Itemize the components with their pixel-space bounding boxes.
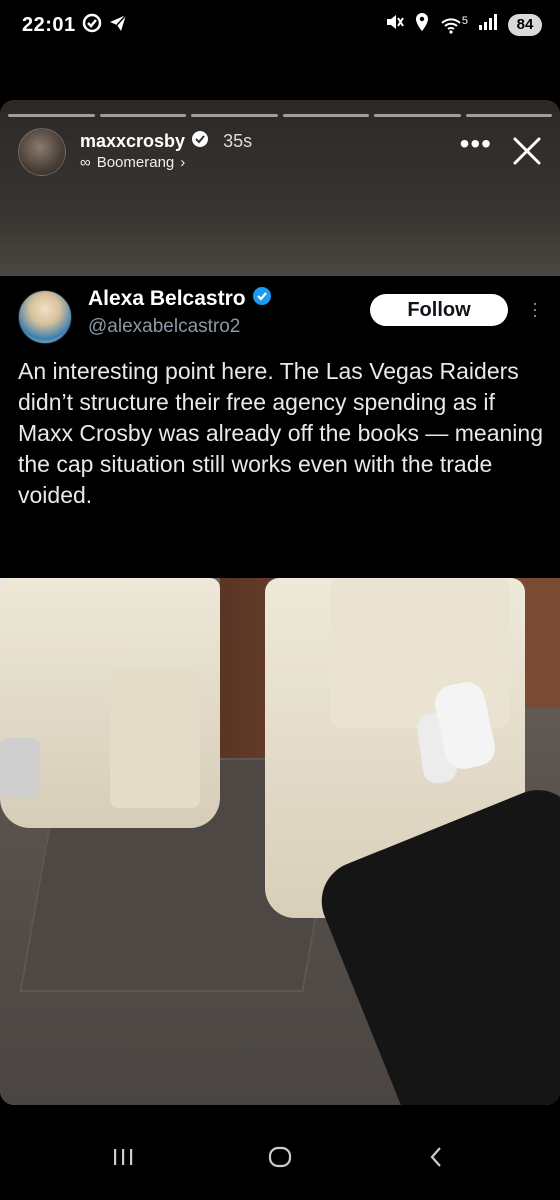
home-icon[interactable] bbox=[260, 1140, 300, 1174]
recents-icon[interactable] bbox=[103, 1140, 143, 1174]
wifi-icon: 5 bbox=[440, 15, 468, 35]
progress-segment bbox=[191, 114, 278, 117]
progress-segment bbox=[465, 114, 552, 117]
boomerang-icon: ∞ bbox=[80, 154, 91, 171]
check-circle-icon bbox=[82, 13, 102, 38]
progress-segment bbox=[8, 114, 95, 117]
follow-button: Follow bbox=[370, 294, 508, 326]
story-username[interactable]: maxxcrosby bbox=[80, 131, 185, 152]
story-username-row[interactable]: maxxcrosby 35s bbox=[80, 130, 252, 153]
telegram-icon bbox=[108, 13, 128, 38]
story-header: maxxcrosby 35s ∞ Boomerang › ••• bbox=[18, 128, 544, 178]
progress-segment bbox=[99, 114, 186, 117]
tweet-author-name: Alexa Belcastro bbox=[88, 287, 246, 310]
status-bar: 22:01 5 84 bbox=[0, 0, 560, 56]
tweet-menu-icon: · · · bbox=[532, 293, 538, 325]
story-viewer[interactable]: maxxcrosby 35s ∞ Boomerang › ••• bbox=[0, 100, 560, 1105]
mute-icon bbox=[384, 12, 404, 37]
close-icon[interactable] bbox=[510, 134, 544, 168]
tweet-avatar bbox=[18, 290, 72, 344]
tweet-author-row: Alexa Belcastro bbox=[88, 286, 272, 312]
tweet-text: An interesting point here. The Las Vegas… bbox=[18, 358, 543, 508]
navigation-bar bbox=[0, 1110, 560, 1200]
verified-badge-icon bbox=[252, 286, 272, 312]
boomerang-label: Boomerang bbox=[96, 154, 175, 171]
status-left-icons bbox=[82, 13, 128, 38]
story-progress bbox=[8, 114, 552, 117]
verified-icon bbox=[191, 130, 209, 153]
more-options-icon[interactable]: ••• bbox=[460, 130, 492, 158]
boomerang-link[interactable]: ∞ Boomerang › bbox=[80, 154, 185, 171]
chevron-right-icon: › bbox=[180, 154, 186, 171]
tweet-card: Alexa Belcastro @alexabelcastro2 Follow … bbox=[0, 276, 560, 578]
avatar[interactable] bbox=[18, 128, 66, 176]
location-icon bbox=[414, 12, 430, 37]
story-photo bbox=[0, 578, 560, 1105]
story-time: 35s bbox=[223, 131, 253, 151]
status-right-icons: 5 84 bbox=[384, 12, 542, 37]
tweet-handle: @alexabelcastro2 bbox=[88, 316, 241, 337]
battery-indicator: 84 bbox=[508, 13, 542, 36]
signal-icon bbox=[478, 13, 498, 36]
network-type: 5 bbox=[461, 14, 468, 27]
back-icon[interactable] bbox=[416, 1140, 456, 1174]
status-time: 22:01 bbox=[22, 14, 76, 36]
progress-segment bbox=[282, 114, 369, 117]
progress-segment bbox=[374, 114, 461, 117]
